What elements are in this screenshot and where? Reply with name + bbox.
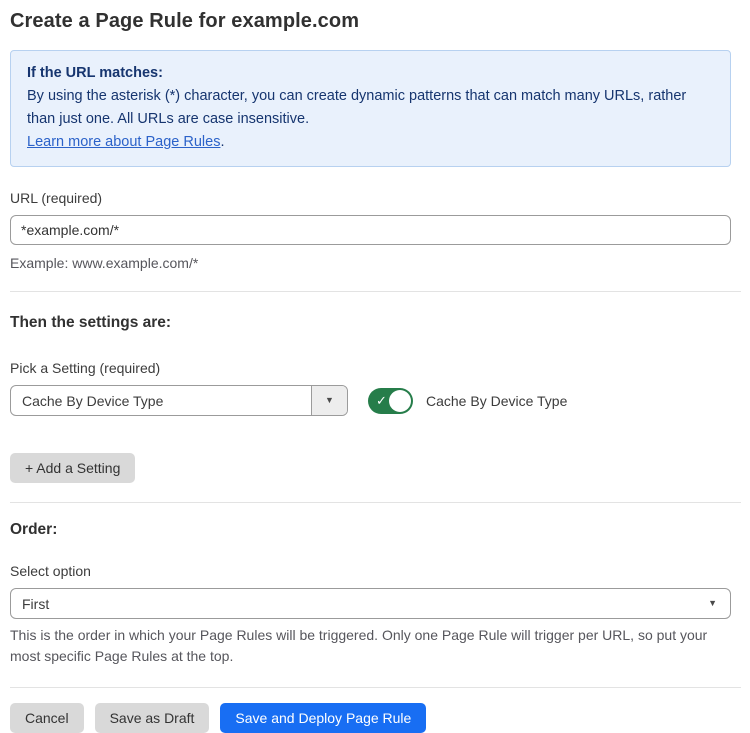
check-icon: ✓ [376,393,387,406]
footer-actions: Cancel Save as Draft Save and Deploy Pag… [10,703,740,733]
order-select[interactable]: First ▼ [10,588,731,619]
setting-select-value: Cache By Device Type [11,386,311,415]
toggle-label: Cache By Device Type [426,393,567,409]
url-field-label: URL (required) [10,190,740,206]
link-suffix: . [220,134,224,150]
cancel-button[interactable]: Cancel [10,703,84,733]
info-box-heading: If the URL matches: [27,62,714,85]
url-example-helper: Example: www.example.com/* [10,253,740,274]
info-box-body: By using the asterisk (*) character, you… [27,85,714,131]
setting-select[interactable]: Cache By Device Type ▼ [10,385,348,416]
setting-select-arrow-button[interactable]: ▼ [311,386,347,415]
order-section-heading: Order: [10,521,740,539]
url-match-info-box: If the URL matches: By using the asteris… [10,50,731,167]
pick-setting-label: Pick a Setting (required) [10,360,740,376]
divider [10,291,741,292]
info-box-link-line: Learn more about Page Rules. [27,131,714,154]
settings-section-heading: Then the settings are: [10,314,740,332]
order-helper-text: This is the order in which your Page Rul… [10,625,731,667]
url-input[interactable] [10,215,731,245]
order-select-label: Select option [10,563,740,579]
chevron-down-icon: ▼ [708,599,717,608]
add-setting-button[interactable]: + Add a Setting [10,453,135,483]
learn-more-link[interactable]: Learn more about Page Rules [27,134,220,150]
toggle-knob [389,390,411,412]
divider [10,502,741,503]
cache-by-device-type-toggle[interactable]: ✓ [368,388,413,414]
page-title: Create a Page Rule for example.com [10,10,740,33]
save-and-deploy-button[interactable]: Save and Deploy Page Rule [220,703,426,733]
order-select-value: First [22,596,49,612]
chevron-down-icon: ▼ [325,396,334,405]
save-as-draft-button[interactable]: Save as Draft [95,703,210,733]
setting-row: Cache By Device Type ▼ ✓ Cache By Device… [10,385,740,416]
